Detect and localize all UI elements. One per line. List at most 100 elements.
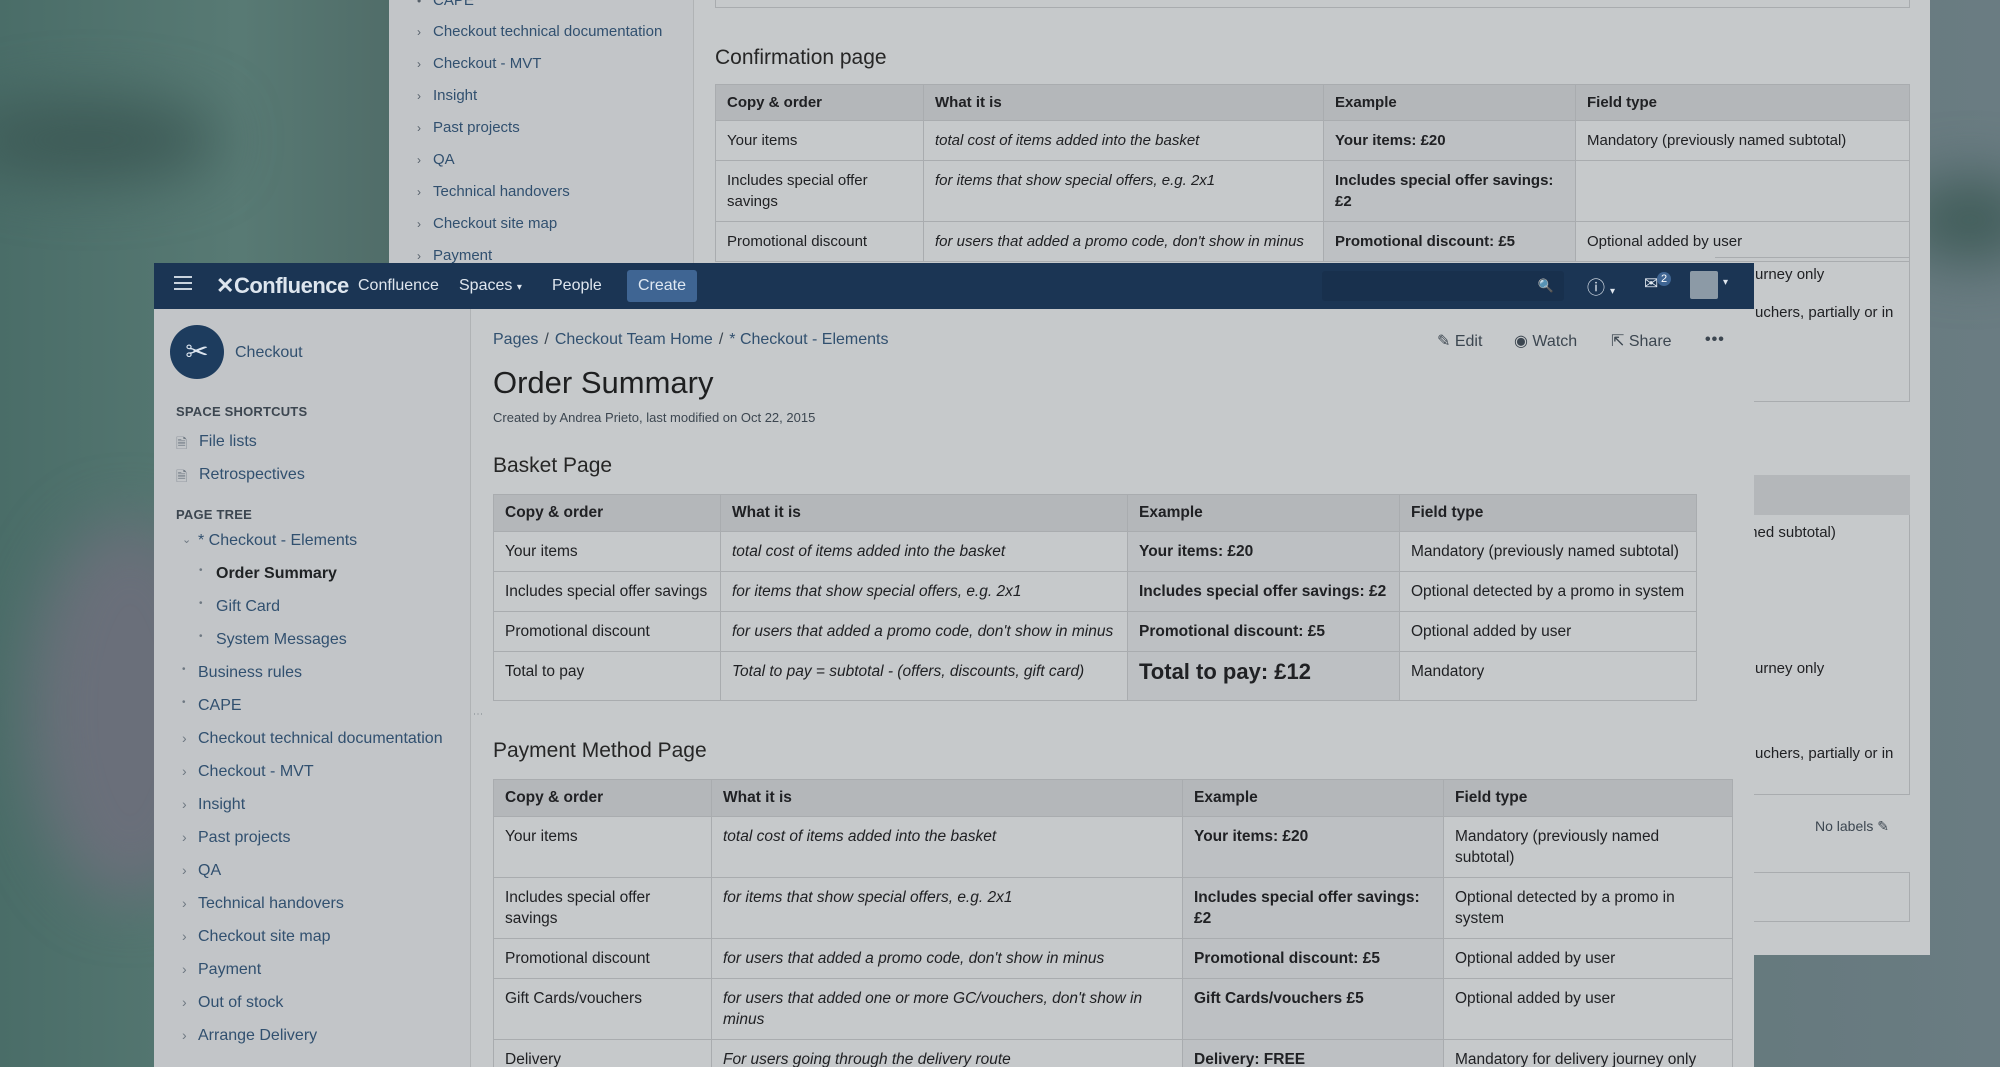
table-cell: Mandatory (previously named subtotal) [1399,531,1697,572]
bg-tree-item[interactable]: › Checkout - MVT [417,55,541,72]
breadcrumb-pages[interactable]: Pages [493,331,538,348]
table-cell: Promotional discount [715,221,924,262]
tree-item-cape[interactable]: CAPE [198,697,242,715]
table-cell: for users that added one or more GC/vouc… [711,978,1183,1040]
tree-item-business-rules[interactable]: Business rules [198,664,302,682]
table-cell: Optional added by user [1399,611,1697,652]
edit-button[interactable]: ✎ Edit [1437,331,1482,351]
page-tree-heading: PAGE TREE [176,507,252,522]
table-cell [1575,160,1910,222]
tree-item[interactable]: Out of stock [198,994,283,1012]
tree-item[interactable]: Payment [198,961,261,979]
breadcrumb-home[interactable]: Checkout Team Home [555,331,713,348]
chevron-right-icon[interactable]: › [182,730,187,746]
share-button[interactable]: ⇱ Share [1611,331,1672,351]
table-cell: Mandatory (previously named subtotal) [1575,120,1910,161]
bg-peek-text: med subtotal) [1745,524,1836,541]
tree-item[interactable]: Past projects [198,829,290,847]
pencil-icon: ✎ [1437,333,1451,350]
nav-spaces[interactable]: Spaces ▾ [459,277,522,295]
table-cell: Includes special offer savings: £2 [1127,571,1400,612]
tree-item[interactable]: Arrange Delivery [198,1027,317,1045]
table-cell: Includes special offer savings [715,160,924,222]
menu-icon[interactable] [174,276,192,290]
bg-tree-item[interactable]: › QA [417,151,455,168]
shortcut-file-lists[interactable]: File lists [199,433,257,451]
table-header: What it is [720,494,1128,532]
bg-tree-item[interactable]: › Payment [417,247,492,264]
chevron-right-icon[interactable]: › [182,961,187,977]
tree-label: CAPE [433,0,474,9]
tree-item-checkout-elements[interactable]: * Checkout - Elements [198,532,357,550]
tree-item[interactable]: Checkout - MVT [198,763,314,781]
tree-item[interactable]: Insight [198,796,245,814]
chevron-right-icon[interactable]: › [182,829,187,845]
tree-item[interactable]: Checkout technical documentation [198,730,443,748]
chevron-right-icon[interactable]: › [182,1027,187,1043]
sidebar-resize-handle[interactable]: ⋮ [472,709,483,719]
chevron-right-icon[interactable]: › [182,895,187,911]
bg-tree-item[interactable]: › Past projects [417,119,520,136]
tree-item[interactable]: QA [198,862,221,880]
bg-tree-item[interactable]: › Checkout technical documentation [417,23,662,40]
chevron-right-icon[interactable]: › [182,862,187,878]
table-cell: Total to pay [493,651,721,701]
table-cell: Mandatory for delivery journey only [1443,1039,1733,1067]
table-cell: Optional added by user [1443,978,1733,1040]
table-row: Your items total cost of items added int… [493,816,1733,878]
sidebar: ✂ Checkout SPACE SHORTCUTS 🗎 File lists … [154,309,471,1067]
table-row: Includes special offer savings for items… [715,160,1910,222]
pencil-icon[interactable]: ✎ [1877,818,1889,834]
table-row: Delivery For users going through the del… [493,1039,1733,1067]
search-input[interactable]: 🔍 [1322,271,1564,301]
shortcut-retrospectives[interactable]: Retrospectives [199,466,305,484]
table-row: Gift Cards/vouchers for users that added… [493,978,1733,1040]
bg-tree-item[interactable]: › Technical handovers [417,183,570,200]
create-button[interactable]: Create [627,270,697,302]
help-icon[interactable]: ⓘ ▾ [1587,274,1615,300]
confluence-window: ✕Confluence Confluence Spaces ▾ People C… [154,263,1754,1067]
space-name[interactable]: Checkout [235,344,303,362]
table-cell: Total to pay = subtotal - (offers, disco… [720,651,1128,701]
space-logo-icon[interactable]: ✂ [170,325,224,379]
logo-text: Confluence [233,273,349,298]
edit-label: Edit [1454,333,1483,350]
no-labels: No labels ✎ [1815,818,1889,835]
tree-item[interactable]: Checkout site map [198,928,331,946]
bg-tree-item[interactable]: • CAPE [417,0,474,9]
chevron-right-icon[interactable]: › [182,928,187,944]
confluence-logo[interactable]: ✕Confluence [216,273,349,299]
tree-item[interactable]: Technical handovers [198,895,344,913]
table-cell: Includes special offer savings [493,877,712,939]
table-cell: Promotional discount: £5 [1127,611,1400,652]
table-row: Promotional discount for users that adde… [715,221,1910,262]
chevron-right-icon[interactable]: › [182,796,187,812]
nav-people[interactable]: People [552,277,602,295]
more-actions-icon[interactable]: ••• [1705,331,1725,349]
table-header: Example [1127,494,1400,532]
breadcrumb-separator: / [544,331,549,348]
table-header: Example [1182,779,1444,817]
bg-tree-item[interactable]: › Insight [417,87,477,104]
table-row: Promotional discount for users that adde… [493,938,1733,979]
tree-label: Past projects [433,119,520,136]
bg-tree-item[interactable]: › Checkout site map [417,215,557,232]
space-shortcuts-heading: SPACE SHORTCUTS [176,404,308,419]
table-cell: Your items: £20 [1182,816,1444,878]
watch-button[interactable]: ◉ Watch [1514,331,1577,351]
chevron-down-icon[interactable]: ⌄ [182,533,191,546]
file-icon: 🗎 [176,435,188,451]
eye-icon: ◉ [1514,333,1528,350]
chevron-right-icon[interactable]: › [182,763,187,779]
tree-item-system-messages[interactable]: System Messages [216,631,347,649]
chevron-right-icon[interactable]: › [182,994,187,1010]
avatar[interactable] [1690,271,1718,299]
tree-item-order-summary[interactable]: Order Summary [216,565,337,583]
breadcrumb-parent[interactable]: * Checkout - Elements [729,331,888,348]
tree-label: QA [433,151,455,168]
tree-item-gift-card[interactable]: Gift Card [216,598,280,616]
bullet-icon: • [182,664,186,675]
nav-confluence[interactable]: Confluence [358,277,439,295]
chevron-down-icon[interactable]: ▾ [1723,277,1728,288]
table-header: Field type [1443,779,1733,817]
